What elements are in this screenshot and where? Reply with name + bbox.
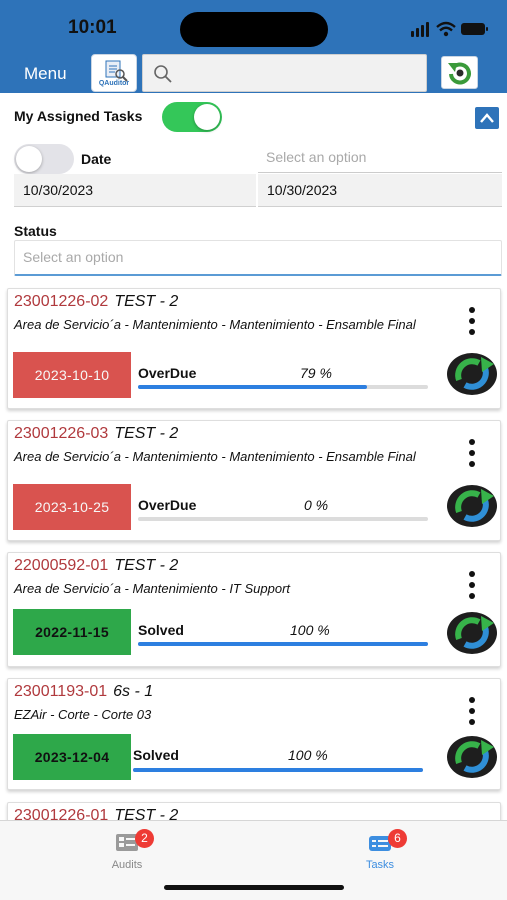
task-progress-fill (138, 642, 428, 646)
task-card[interactable]: 23001226-02 TEST - 2 Area de Servicio´a -… (7, 288, 501, 409)
tab-tasks-label: Tasks (365, 859, 395, 871)
status-bar-time: 10:01 (68, 17, 117, 38)
task-location: Area de Servicio´a - Mantenimiento - IT … (14, 581, 291, 596)
search-field[interactable] (142, 54, 427, 92)
task-more-options-icon[interactable] (466, 697, 478, 725)
task-header: 23001193-01 6s - 1 (14, 683, 153, 701)
task-card[interactable]: 23001226-01 TEST - 2 (7, 802, 501, 820)
refresh-icon (448, 62, 471, 85)
toggle-knob (16, 146, 42, 172)
task-owner-avatar-icon[interactable] (445, 735, 499, 779)
task-owner-avatar-icon[interactable] (445, 611, 499, 655)
dynamic-island (180, 12, 328, 47)
qauditor-logo-icon (105, 60, 128, 82)
my-assigned-tasks-toggle[interactable] (162, 102, 222, 132)
task-code: 23001226-03 (14, 425, 109, 442)
tasks-count-badge: 6 (388, 829, 407, 848)
task-progress-bar (133, 768, 423, 772)
task-progress-label: 79 % (300, 365, 332, 381)
menu-button[interactable]: Menu (24, 64, 67, 84)
task-title: TEST - 2 (114, 425, 179, 442)
app-header: 10:01 Menu QAuditor (0, 0, 507, 93)
task-card[interactable]: 22000592-01 TEST - 2 Area de Servicio´a -… (7, 552, 501, 667)
date-option-select[interactable]: Select an option (258, 142, 502, 173)
task-location: Area de Servicio´a - Mantenimiento - Man… (14, 317, 416, 332)
task-card[interactable]: 23001226-03 TEST - 2 Area de Servicio´a -… (7, 420, 501, 541)
task-progress-fill (133, 768, 423, 772)
task-more-options-icon[interactable] (466, 571, 478, 599)
refresh-button[interactable] (441, 56, 478, 89)
task-progress-bar (138, 642, 428, 646)
date-filter-label: Date (81, 151, 112, 167)
tab-tasks[interactable]: 6 Tasks (335, 827, 425, 873)
tab-audits[interactable]: 2 Audits (82, 827, 172, 873)
task-progress-label: 100 % (290, 622, 330, 638)
task-code: 23001193-01 (14, 683, 108, 700)
task-owner-avatar-icon[interactable] (445, 352, 499, 396)
task-state: Solved (133, 747, 179, 763)
task-progress-bar (138, 385, 428, 389)
toggle-knob (194, 104, 220, 130)
home-indicator (164, 885, 344, 890)
task-code: 23001226-01 (14, 807, 109, 820)
status-icons (411, 21, 488, 37)
task-owner-avatar-icon[interactable] (445, 484, 499, 528)
task-state: OverDue (138, 365, 197, 381)
battery-icon (461, 23, 488, 35)
task-header: 23001226-02 TEST - 2 (14, 293, 178, 311)
task-code: 23001226-02 (14, 293, 109, 310)
task-list[interactable]: 23001226-02 TEST - 2 Area de Servicio´a -… (0, 284, 507, 820)
task-progress-bar (138, 517, 428, 521)
search-input[interactable] (179, 55, 419, 91)
task-more-options-icon[interactable] (466, 307, 478, 335)
task-title: 6s - 1 (113, 683, 154, 700)
wifi-icon (436, 21, 456, 37)
task-progress-fill (138, 385, 368, 389)
task-location: Area de Servicio´a - Mantenimiento - Man… (14, 449, 416, 464)
logo-text: QAuditor (98, 80, 130, 87)
signal-icon (411, 22, 429, 37)
task-progress-label: 100 % (288, 747, 328, 763)
task-state: OverDue (138, 497, 197, 513)
task-due-date-badge: 2022-11-15 (13, 609, 131, 655)
tab-audits-label: Audits (111, 859, 143, 871)
task-header: 22000592-01 TEST - 2 (14, 557, 178, 575)
qauditor-logo[interactable]: QAuditor (91, 54, 137, 92)
status-filter-label: Status (14, 223, 57, 239)
task-title: TEST - 2 (114, 293, 179, 310)
my-assigned-tasks-label: My Assigned Tasks (14, 108, 143, 124)
task-due-date-badge: 2023-10-10 (13, 352, 131, 398)
status-select[interactable]: Select an option (14, 240, 502, 276)
task-progress-label: 0 % (304, 497, 329, 513)
date-from-field[interactable]: 10/30/2023 (14, 174, 256, 207)
date-to-field[interactable]: 10/30/2023 (258, 174, 502, 207)
audits-count-badge: 2 (135, 829, 154, 848)
collapse-filters-button[interactable] (475, 107, 499, 129)
task-due-date-badge: 2023-10-25 (13, 484, 131, 530)
task-header: 23001226-03 TEST - 2 (14, 425, 178, 443)
task-code: 22000592-01 (14, 557, 109, 574)
task-card[interactable]: 23001193-01 6s - 1 EZAir - Corte - Corte … (7, 678, 501, 790)
search-icon (154, 65, 172, 83)
task-header: 23001226-01 TEST - 2 (14, 807, 178, 820)
chevron-up-icon (480, 113, 494, 123)
task-location: EZAir - Corte - Corte 03 (14, 707, 152, 722)
task-state: Solved (138, 622, 184, 638)
task-due-date-badge: 2023-12-04 (13, 734, 131, 780)
date-filter-toggle[interactable] (14, 144, 74, 174)
task-title: TEST - 2 (114, 807, 179, 820)
task-title: TEST - 2 (114, 557, 179, 574)
task-more-options-icon[interactable] (466, 439, 478, 467)
